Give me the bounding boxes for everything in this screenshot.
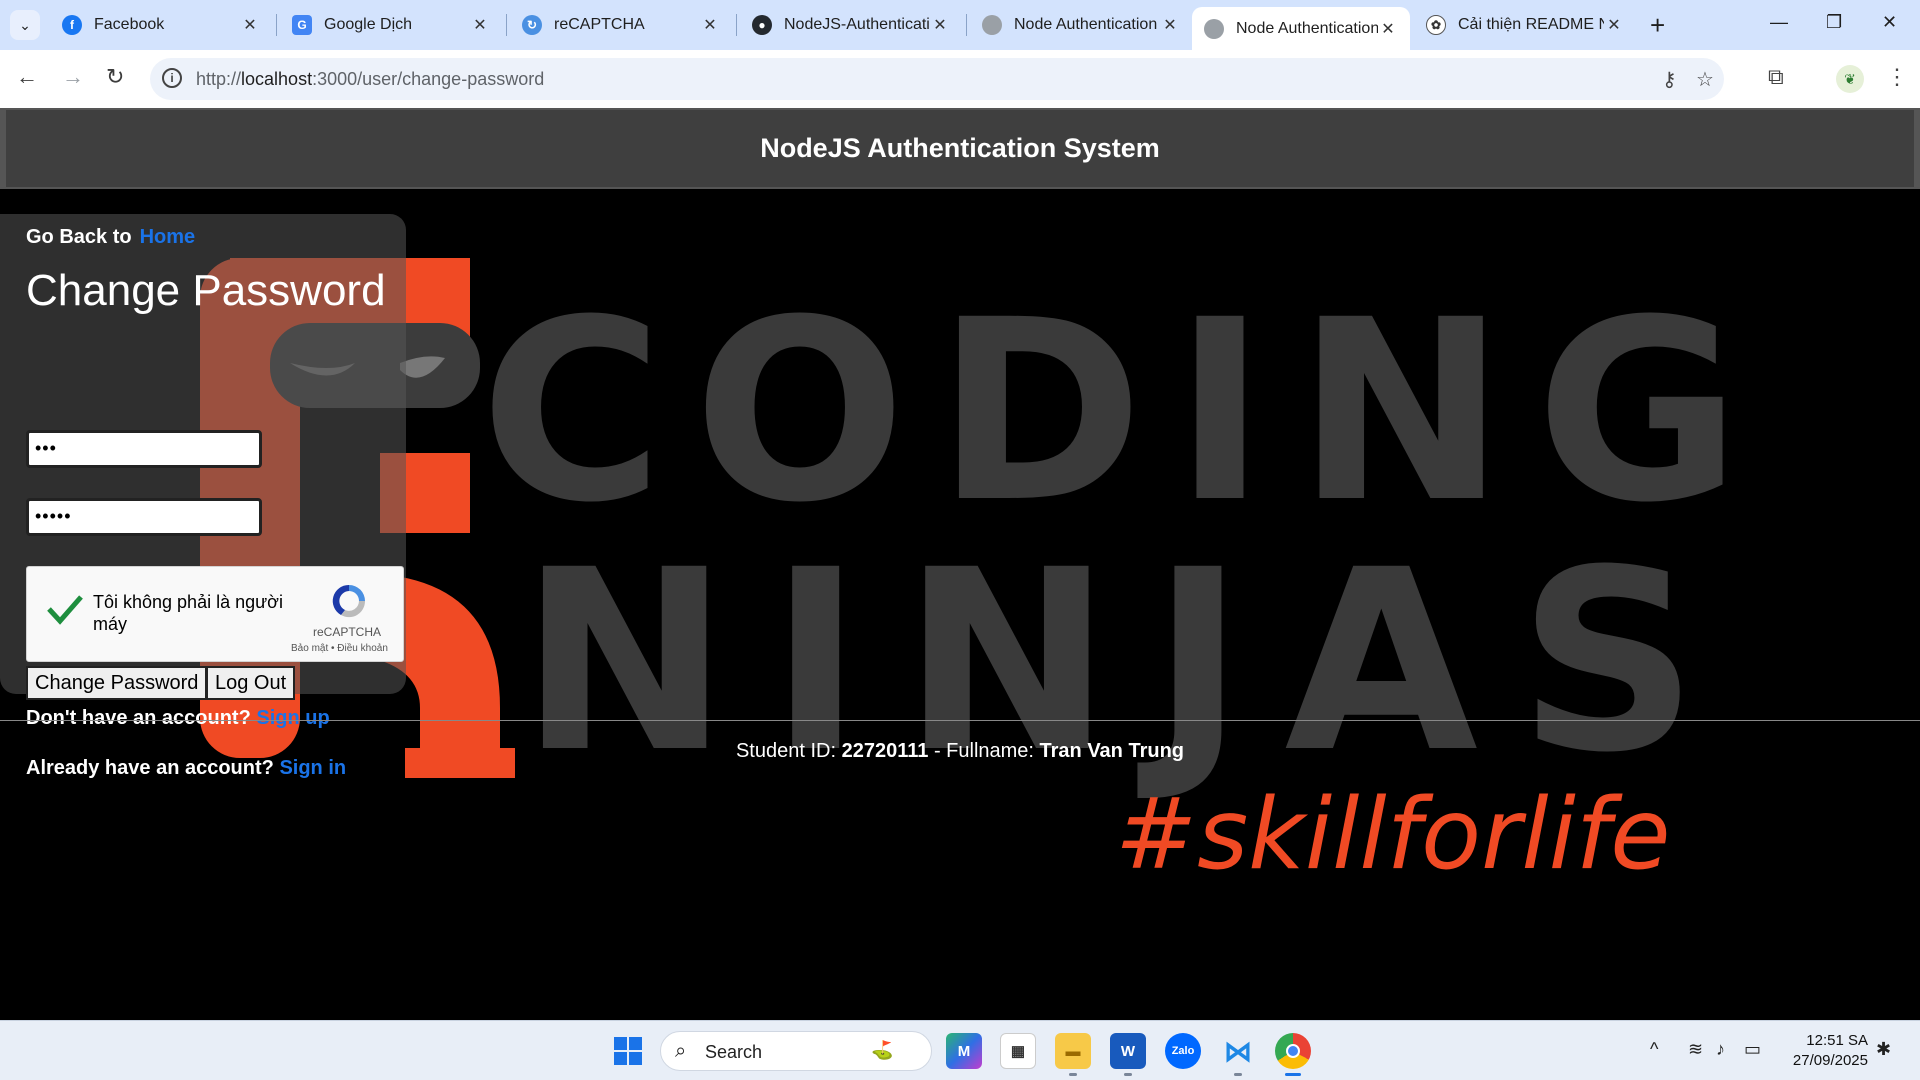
url-text[interactable]: http://localhost:3000/user/change-passwo… bbox=[196, 69, 544, 90]
page-title: NodeJS Authentication System bbox=[760, 133, 1160, 163]
chrome-icon[interactable] bbox=[1275, 1033, 1311, 1069]
wifi-icon[interactable]: ≋ bbox=[1688, 1039, 1703, 1060]
tab-google-translate[interactable]: G Google Dịch ✕ bbox=[280, 7, 502, 43]
form-title: Change Password bbox=[26, 266, 386, 315]
signup-link[interactable]: Sign up bbox=[256, 707, 329, 729]
back-arrow-icon[interactable]: ← bbox=[16, 64, 38, 90]
facebook-icon: f bbox=[62, 15, 82, 35]
m365-icon[interactable]: M bbox=[946, 1033, 982, 1069]
file-explorer-icon[interactable]: ▬ bbox=[1055, 1033, 1091, 1069]
windows-taskbar: ⌕ Search ⛳ M ▦ ▬ W Zalo ⋈ ^ ≋ ♪ ▭ 12:51 … bbox=[0, 1020, 1920, 1080]
site-header: NodeJS Authentication System bbox=[0, 108, 1920, 189]
tab-github[interactable]: ● NodeJS-Authenticati ✕ bbox=[740, 7, 962, 43]
taskbar-search[interactable]: ⌕ Search ⛳ bbox=[660, 1031, 932, 1071]
tab-node-auth-1[interactable]: Node Authentication ✕ bbox=[970, 7, 1192, 43]
close-icon[interactable]: ✕ bbox=[930, 15, 950, 35]
restore-icon[interactable]: ❐ bbox=[1826, 12, 1842, 33]
password-key-icon[interactable]: ⚷ bbox=[1662, 67, 1677, 92]
student-footer: Student ID: 22720111 - Fullname: Tran Va… bbox=[735, 740, 1185, 762]
new-password-input[interactable]: ••••• bbox=[26, 498, 262, 536]
system-clock[interactable]: 12:51 SA 27/09/2025 bbox=[1778, 1031, 1868, 1071]
close-icon[interactable]: ✕ bbox=[470, 15, 490, 35]
running-indicator bbox=[1124, 1073, 1132, 1076]
google-translate-icon: G bbox=[292, 15, 312, 35]
windows-start-icon[interactable] bbox=[610, 1033, 646, 1069]
tab-recaptcha[interactable]: ↻ reCAPTCHA ✕ bbox=[510, 7, 732, 43]
tab-chatgpt[interactable]: ✿ Cải thiện README N ✕ bbox=[1414, 7, 1636, 43]
home-link[interactable]: Home bbox=[140, 226, 196, 248]
golf-widget-icon: ⛳ bbox=[871, 1040, 894, 1060]
tab-divider bbox=[736, 14, 737, 36]
chatgpt-icon: ✿ bbox=[1426, 15, 1446, 35]
address-bar[interactable]: i http://localhost:3000/user/change-pass… bbox=[150, 58, 1724, 100]
more-menu-icon[interactable]: ⋮ bbox=[1886, 64, 1908, 90]
recaptcha-logo-icon bbox=[332, 584, 366, 618]
search-icon: ⌕ bbox=[675, 1040, 687, 1062]
student-id: 22720111 bbox=[841, 740, 929, 762]
go-back-row: Go Back to Home bbox=[26, 226, 196, 248]
close-icon[interactable]: ✕ bbox=[1604, 15, 1624, 35]
recaptcha-label: Tôi không phải là người máy bbox=[93, 592, 283, 634]
close-icon[interactable]: ✕ bbox=[240, 15, 260, 35]
recaptcha-widget: Tôi không phải là người máy reCAPTCHA Bả… bbox=[26, 566, 404, 662]
bg-text-ninjas: NINJAS bbox=[520, 516, 1738, 807]
tab-divider bbox=[506, 14, 507, 36]
zalo-icon[interactable]: Zalo bbox=[1165, 1033, 1201, 1069]
recaptcha-brand: reCAPTCHA bbox=[313, 625, 382, 639]
bg-text-coding: CODING bbox=[480, 266, 1771, 557]
globe-icon bbox=[1204, 18, 1224, 39]
logout-button[interactable]: Log Out bbox=[206, 666, 296, 700]
new-tab-button[interactable]: + bbox=[1650, 10, 1665, 41]
globe-icon bbox=[982, 15, 1002, 35]
notification-bell-icon[interactable]: ✱ bbox=[1876, 1039, 1891, 1060]
site-info-icon[interactable]: i bbox=[162, 68, 182, 88]
recaptcha-icon: ↻ bbox=[522, 15, 542, 35]
profile-avatar[interactable]: ❦ bbox=[1836, 65, 1864, 93]
browser-toolbar: ← → ↻ i http://localhost:3000/user/chang… bbox=[0, 50, 1920, 108]
github-icon: ● bbox=[752, 15, 772, 35]
battery-icon[interactable]: ▭ bbox=[1744, 1039, 1761, 1060]
running-indicator bbox=[1285, 1073, 1301, 1076]
bookmark-star-icon[interactable]: ☆ bbox=[1696, 67, 1714, 92]
close-icon[interactable]: ✕ bbox=[700, 15, 720, 35]
student-name: Tran Van Trung bbox=[1039, 740, 1185, 762]
tab-divider bbox=[276, 14, 277, 36]
close-window-icon[interactable]: ✕ bbox=[1882, 12, 1897, 33]
forward-arrow-icon[interactable]: → bbox=[62, 64, 84, 90]
current-password-input[interactable]: ••• bbox=[26, 430, 262, 468]
tab-search-button[interactable]: ⌄ bbox=[10, 10, 40, 40]
browser-tab-strip: ⌄ f Facebook ✕ G Google Dịch ✕ ↻ reCAPTC… bbox=[0, 0, 1920, 50]
running-indicator bbox=[1234, 1073, 1242, 1076]
microsoft-store-icon[interactable]: ▦ bbox=[1000, 1033, 1036, 1069]
reload-icon[interactable]: ↻ bbox=[106, 64, 124, 90]
close-icon[interactable]: ✕ bbox=[1378, 19, 1398, 39]
vscode-icon[interactable]: ⋈ bbox=[1220, 1033, 1256, 1069]
change-password-form: Go Back to Home Change Password ••• •••••… bbox=[0, 214, 406, 779]
page-viewport: CODING NINJAS #skillforlife NodeJS Authe… bbox=[0, 108, 1920, 1020]
signup-row: Don't have an account? Sign up bbox=[26, 707, 330, 729]
tab-node-auth-active[interactable]: Node Authentication ✕ bbox=[1192, 7, 1410, 50]
footer-divider bbox=[0, 720, 1920, 721]
recaptcha-terms[interactable]: Bảo mật • Điều khoản bbox=[291, 643, 388, 654]
checkmark-icon[interactable] bbox=[45, 591, 85, 627]
bg-tagline: #skillforlife bbox=[1115, 778, 1671, 892]
close-icon[interactable]: ✕ bbox=[1160, 15, 1180, 35]
tab-divider bbox=[966, 14, 967, 36]
running-indicator bbox=[1069, 1073, 1077, 1076]
change-password-button[interactable]: Change Password bbox=[26, 666, 208, 700]
volume-icon[interactable]: ♪ bbox=[1716, 1039, 1725, 1060]
tab-facebook[interactable]: f Facebook ✕ bbox=[50, 7, 272, 43]
extensions-icon[interactable]: ⧉ bbox=[1768, 64, 1784, 90]
chevron-up-icon[interactable]: ^ bbox=[1650, 1039, 1658, 1060]
word-icon[interactable]: W bbox=[1110, 1033, 1146, 1069]
minimize-icon[interactable]: — bbox=[1770, 12, 1788, 33]
